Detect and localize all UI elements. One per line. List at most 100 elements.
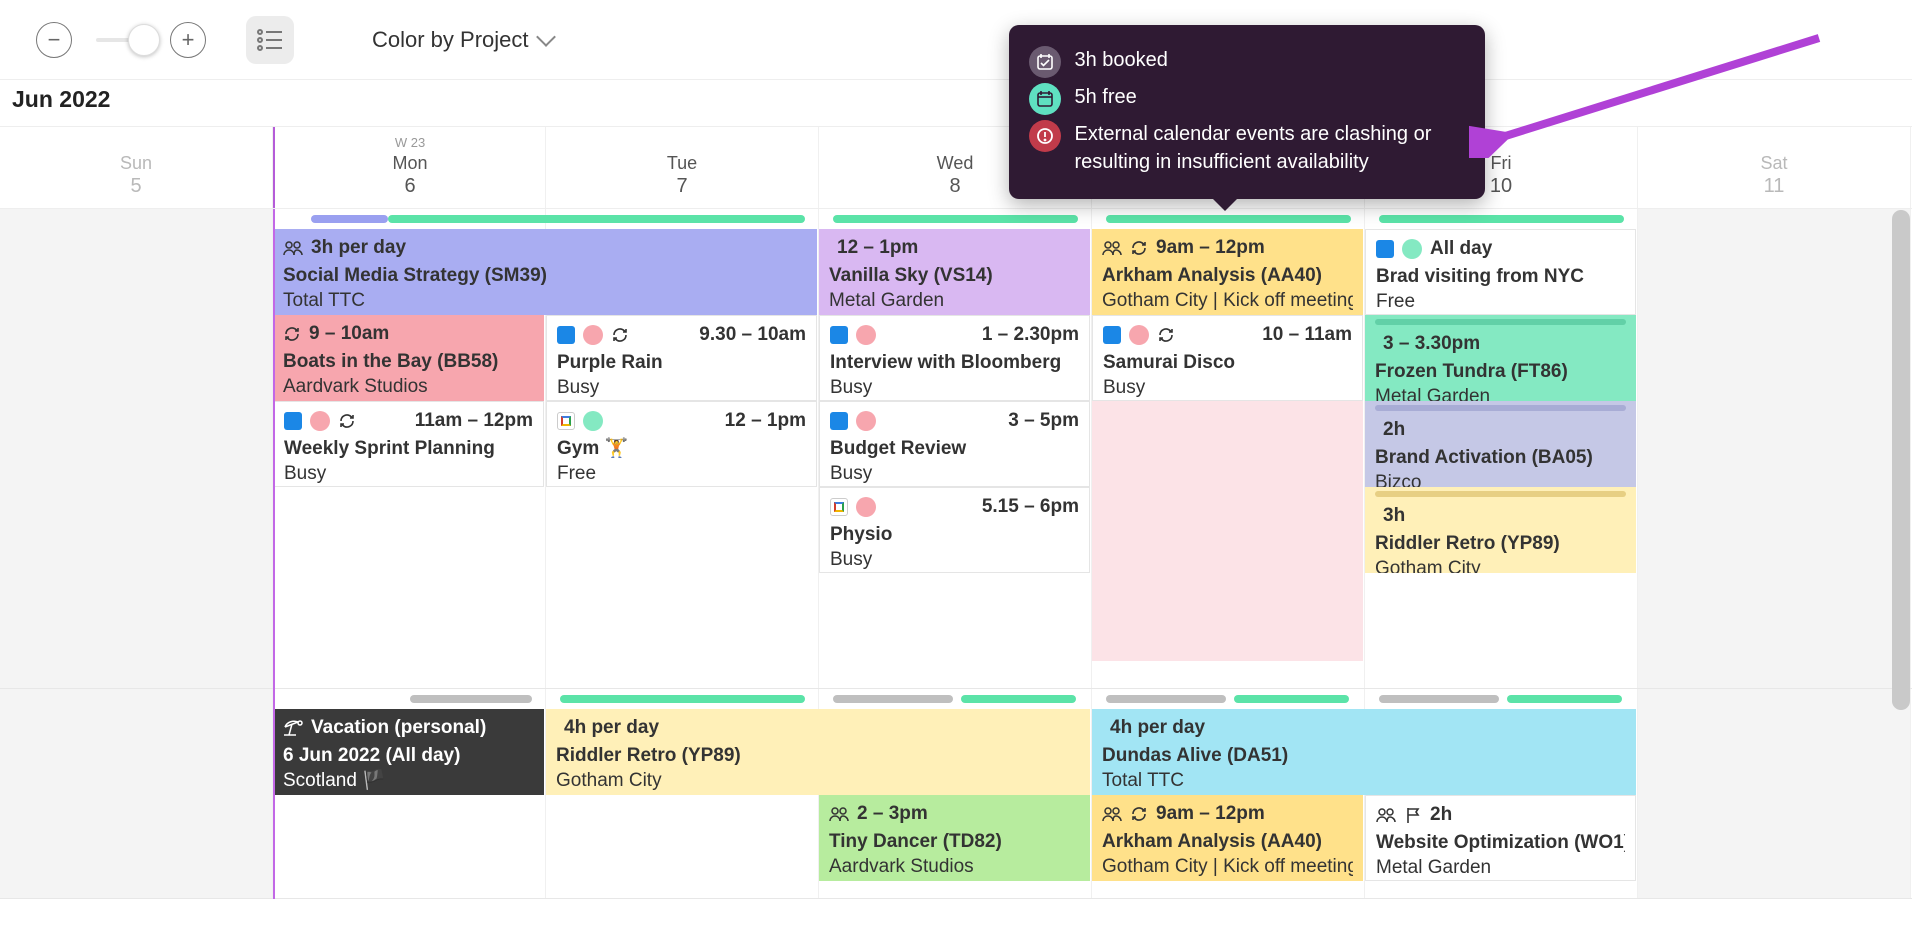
event-brad[interactable]: All dayBrad visiting from NYCFree — [1365, 229, 1636, 315]
event-subtitle: Metal Garden — [1376, 855, 1625, 881]
availability-bar — [1507, 695, 1622, 703]
plus-icon: + — [182, 27, 195, 53]
event-yp89b[interactable]: 4h per dayRiddler Retro (YP89)Gotham Cit… — [546, 709, 1090, 795]
event-title: Riddler Retro (YP89) — [1375, 531, 1626, 557]
repeat-icon — [283, 325, 301, 343]
event-td82[interactable]: 2 – 3pmTiny Dancer (TD82)Aardvark Studio… — [819, 795, 1090, 881]
event-drag-handle[interactable] — [1375, 405, 1626, 411]
event-sm39[interactable]: 3h per daySocial Media Strategy (SM39)To… — [273, 229, 817, 315]
event-aa40a[interactable]: 9am – 12pmArkham Analysis (AA40)Gotham C… — [1092, 229, 1363, 315]
event-physio[interactable]: 5.15 – 6pmPhysioBusy — [819, 487, 1090, 573]
color-by-dropdown[interactable]: Color by Project — [372, 27, 553, 53]
event-yp89a[interactable]: 3hRiddler Retro (YP89)Gotham City — [1365, 487, 1636, 573]
event-time: 3h per day — [283, 235, 807, 261]
event-drag-handle[interactable] — [1375, 319, 1626, 325]
day-of-week: Sun — [0, 153, 272, 174]
event-title: Vanilla Sky (VS14) — [829, 263, 1080, 289]
event-time: 12 – 1pm — [829, 235, 1080, 261]
event-budget[interactable]: 3 – 5pmBudget ReviewBusy — [819, 401, 1090, 487]
day-header-sun[interactable]: Sun5 — [0, 127, 273, 208]
availability-bar — [1379, 215, 1625, 223]
warning-icon — [1029, 120, 1061, 152]
event-aa40b[interactable]: 9am – 12pmArkham Analysis (AA40)Gotham C… — [1092, 795, 1363, 881]
event-subtitle: Free — [557, 461, 806, 487]
tooltip-free-text: 5h free — [1075, 83, 1137, 111]
event-title: 6 Jun 2022 (All day) — [283, 743, 534, 769]
availability-bar — [1106, 215, 1352, 223]
scrollbar[interactable] — [1892, 210, 1910, 710]
calendar: Sun5W 23Mon6Tue7Wed8Thu9Fri10Sat11 3h pe… — [0, 126, 1912, 899]
event-da51[interactable]: 4h per dayDundas Alive (DA51)Total TTC — [1092, 709, 1636, 795]
outlook-icon — [830, 325, 848, 345]
outlook-icon — [557, 325, 575, 345]
zoom-out-button[interactable]: − — [36, 22, 72, 58]
zoom-slider-knob[interactable] — [128, 24, 160, 56]
event-samurai[interactable]: 10 – 11amSamurai DiscoBusy — [1092, 315, 1363, 401]
event-vac[interactable]: Vacation (personal)6 Jun 2022 (All day)S… — [273, 709, 544, 795]
repeat-icon — [1130, 239, 1148, 257]
event-vs14[interactable]: 12 – 1pmVanilla Sky (VS14)Metal Garden — [819, 229, 1090, 315]
vacation-icon — [283, 719, 303, 737]
booked-icon — [1029, 46, 1061, 78]
minus-icon: − — [48, 27, 61, 53]
day-header-tue[interactable]: Tue7 — [546, 127, 819, 208]
event-bloom[interactable]: 1 – 2.30pmInterview with BloombergBusy — [819, 315, 1090, 401]
event-subtitle: Metal Garden — [1375, 384, 1626, 401]
busy-dot-icon — [310, 411, 330, 431]
event-time: 2 – 3pm — [829, 801, 1080, 827]
event-subtitle: Free — [1376, 289, 1625, 315]
list-view-button[interactable] — [246, 16, 294, 64]
event-purple[interactable]: 9.30 – 10amPurple RainBusy — [546, 315, 817, 401]
event-time: 12 – 1pm — [557, 408, 806, 434]
repeat-icon — [1130, 805, 1148, 823]
schedule-row: Vacation (personal)6 Jun 2022 (All day)S… — [0, 689, 1912, 899]
tooltip-arrow — [1211, 197, 1239, 211]
people-icon — [1102, 239, 1122, 257]
event-pinkblk[interactable] — [1092, 401, 1363, 661]
event-subtitle: Aardvark Studios — [283, 374, 534, 400]
event-title: Social Media Strategy (SM39) — [283, 263, 807, 289]
event-ft86[interactable]: 3 – 3.30pmFrozen Tundra (FT86)Metal Gard… — [1365, 315, 1636, 401]
event-title: Gym 🏋️ — [557, 436, 806, 462]
event-drag-handle[interactable] — [1375, 491, 1626, 497]
event-gym[interactable]: 12 – 1pmGym 🏋️Free — [546, 401, 817, 487]
event-subtitle: Busy — [830, 461, 1079, 487]
event-ba05[interactable]: 2hBrand Activation (BA05)Bizco — [1365, 401, 1636, 487]
day-number: 11 — [1638, 175, 1910, 198]
event-time: Vacation (personal) — [283, 715, 534, 741]
event-subtitle: Busy — [284, 461, 533, 487]
event-title: Website Optimization (WO1) — [1376, 830, 1625, 856]
event-bb58[interactable]: 9 – 10amBoats in the Bay (BB58)Aardvark … — [273, 315, 544, 401]
availability-bar — [961, 695, 1076, 703]
people-icon — [283, 240, 303, 256]
event-sprint[interactable]: 11am – 12pmWeekly Sprint PlanningBusy — [273, 401, 544, 487]
annotation-arrow — [1469, 28, 1829, 158]
event-time: 5.15 – 6pm — [830, 494, 1079, 520]
event-wo1[interactable]: 2hWebsite Optimization (WO1)Metal Garden — [1365, 795, 1636, 881]
event-title: Budget Review — [830, 436, 1079, 462]
event-subtitle: Bizco — [1375, 470, 1626, 487]
free-dot-icon — [1402, 239, 1422, 259]
tooltip-warn-text: External calendar events are clashing or… — [1075, 120, 1465, 176]
people-icon — [1102, 805, 1122, 823]
event-subtitle: Total TTC — [1102, 768, 1626, 794]
zoom-in-button[interactable]: + — [170, 22, 206, 58]
event-time: 4h per day — [1102, 715, 1626, 741]
event-title: Interview with Bloomberg — [830, 350, 1079, 376]
zoom-slider[interactable] — [96, 38, 146, 42]
event-title: Purple Rain — [557, 350, 806, 376]
day-header-mon[interactable]: W 23Mon6 — [273, 127, 546, 208]
today-indicator-line — [273, 209, 275, 899]
day-number: 5 — [0, 175, 272, 198]
event-title: Dundas Alive (DA51) — [1102, 743, 1626, 769]
availability-bar — [560, 215, 806, 223]
event-time: 9.30 – 10am — [557, 322, 806, 348]
repeat-icon — [1157, 325, 1175, 345]
event-time: 9am – 12pm — [1102, 235, 1353, 261]
busy-dot-icon — [583, 325, 603, 345]
day-number: 7 — [546, 175, 818, 198]
milestone-icon — [1404, 806, 1422, 824]
event-time: 10 – 11am — [1103, 322, 1352, 348]
day-number: 6 — [275, 175, 545, 198]
event-title: Boats in the Bay (BB58) — [283, 349, 534, 375]
